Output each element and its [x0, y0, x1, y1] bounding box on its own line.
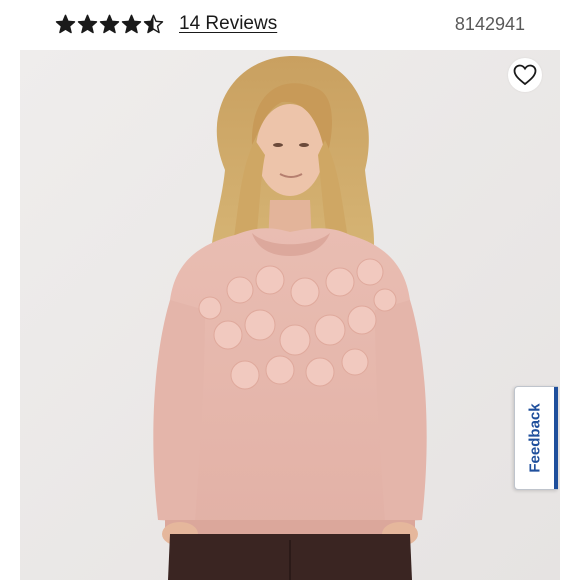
- star-icon: [99, 14, 120, 33]
- star-icon: [77, 14, 98, 33]
- feedback-accent-bar: [554, 387, 558, 489]
- product-image[interactable]: [20, 50, 560, 580]
- feedback-tab[interactable]: Feedback: [514, 386, 558, 490]
- feedback-label: Feedback: [526, 403, 543, 473]
- star-icon: [143, 14, 164, 33]
- rating-summary: 14 Reviews: [55, 10, 277, 38]
- product-sku: 8142941: [454, 14, 525, 34]
- wishlist-button[interactable]: [508, 58, 542, 92]
- product-detail-page: 14 Reviews 8142941 Feedback: [0, 0, 580, 580]
- heart-outline-icon: [513, 64, 537, 86]
- star-icon: [121, 14, 142, 33]
- star-icon: [55, 14, 76, 33]
- reviews-link[interactable]: 14 Reviews: [179, 10, 277, 38]
- product-photo: [20, 50, 560, 580]
- star-rating[interactable]: [55, 14, 164, 35]
